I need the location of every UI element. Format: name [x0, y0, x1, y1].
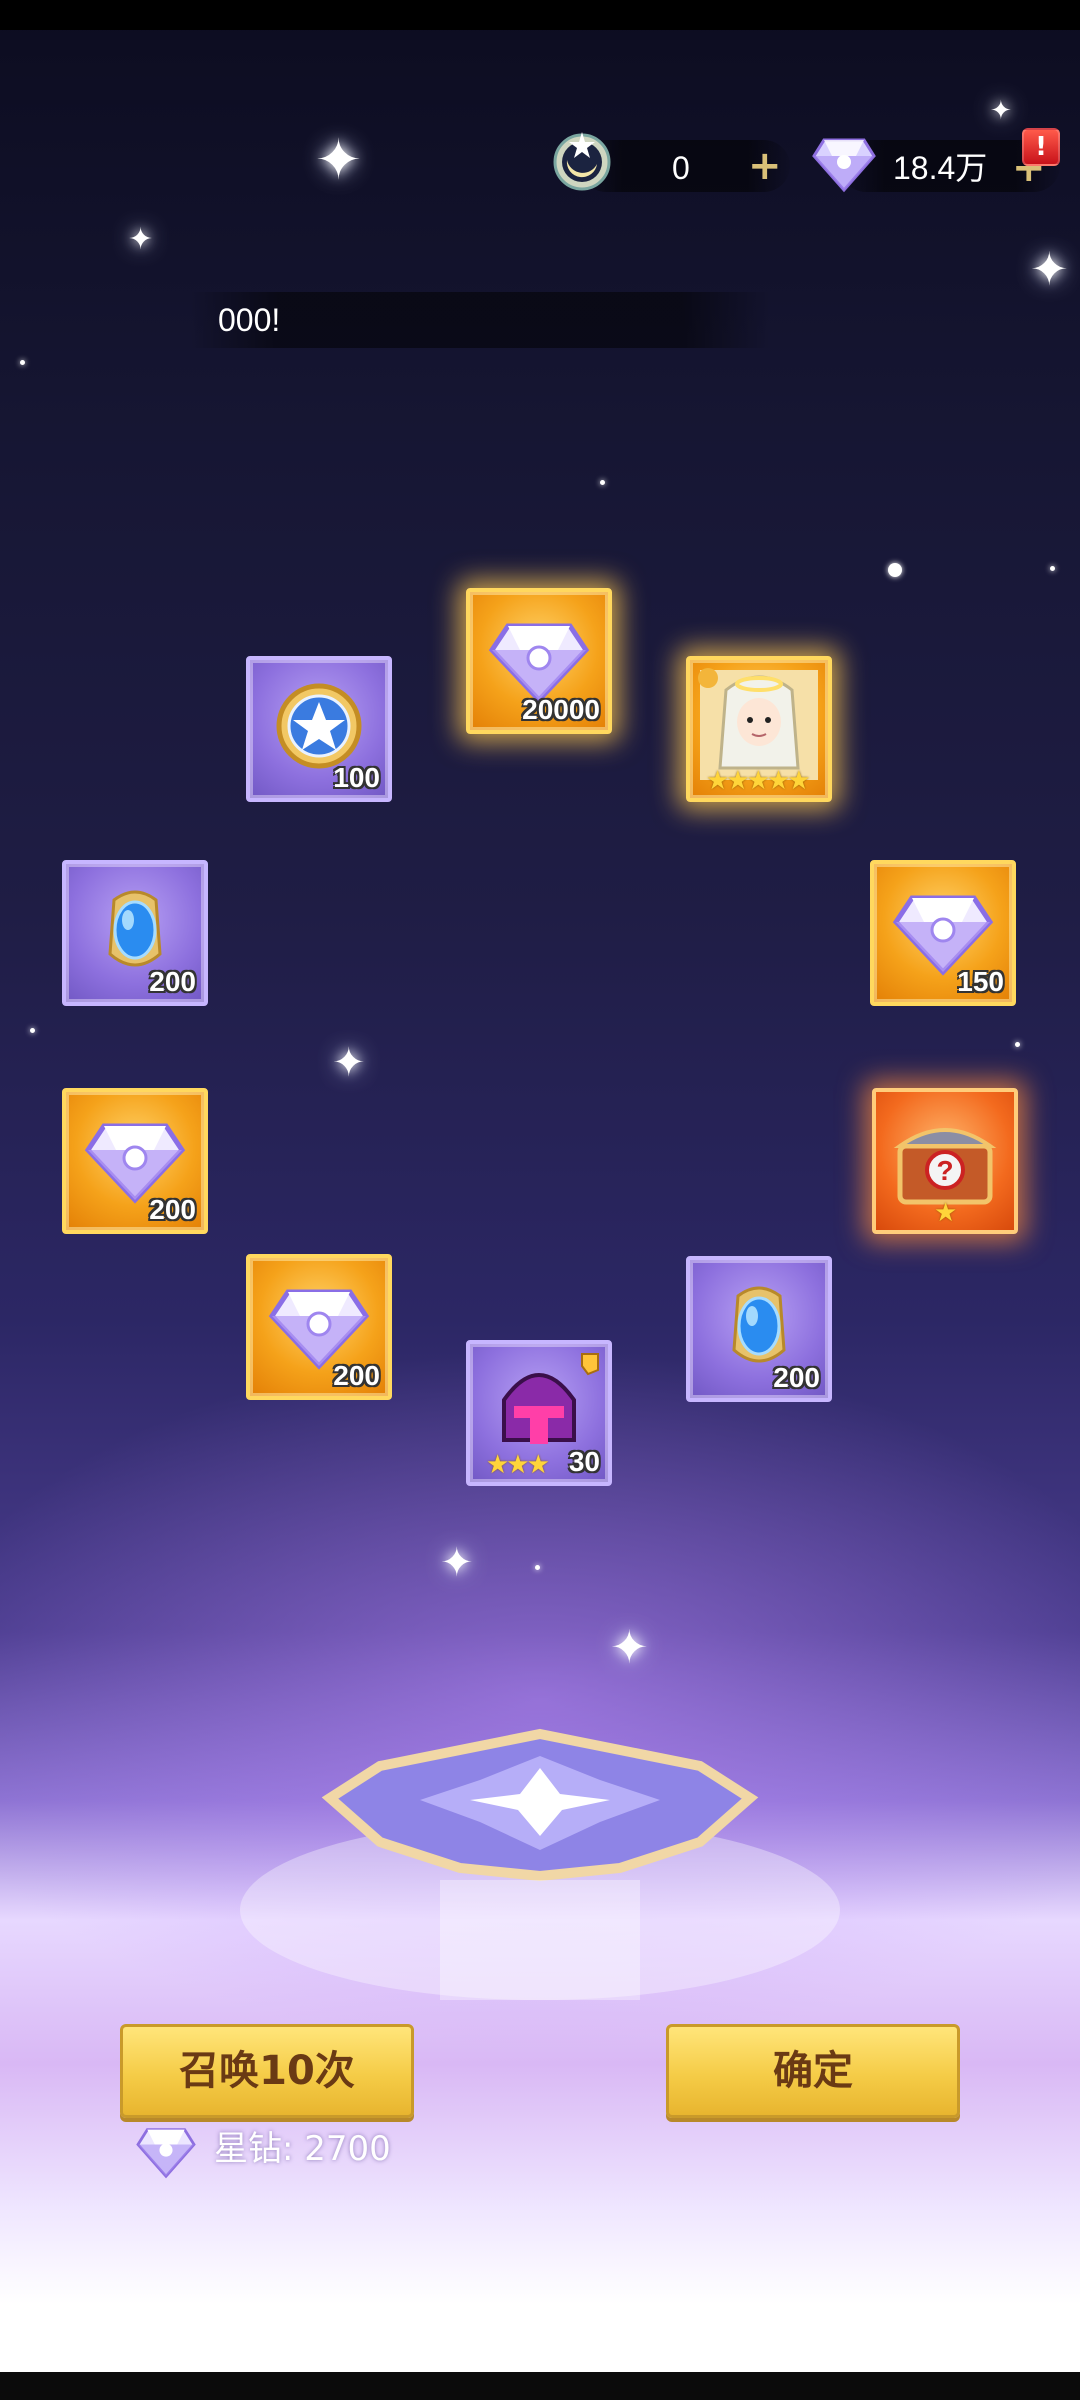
sparkle-icon: ✦ [128, 222, 154, 257]
confirm-button[interactable]: 确定 [666, 2024, 960, 2118]
star-dot [20, 360, 25, 365]
reward-card-diamond[interactable]: 200 [62, 1088, 208, 1234]
reward-count: 150 [957, 966, 1004, 997]
reward-count: 30 [568, 1446, 600, 1477]
sparkle-icon: ✦ [1030, 242, 1069, 296]
reward-card-mystery-chest[interactable]: ? ★ [872, 1088, 1018, 1234]
sparkle-icon: ✦ [440, 1540, 474, 1586]
sparkle-icon: ✦ [315, 128, 362, 193]
hero-star-rating: ★★★★★ [706, 766, 811, 796]
top-status-bar [0, 0, 1080, 30]
reward-count: 20000 [522, 694, 600, 725]
star-dot [1050, 566, 1055, 571]
chest-star-rating: ★ [934, 1198, 957, 1228]
sparkle-icon: ✦ [332, 1040, 366, 1086]
sparkle-icon: ✦ [990, 96, 1012, 126]
star-dot [535, 1565, 540, 1570]
summon-platform [240, 1728, 840, 2000]
reward-count: 100 [333, 762, 380, 793]
star-dot [1015, 1042, 1020, 1047]
sparkle-icon: ✦ [610, 1620, 649, 1674]
reward-card-helmet[interactable]: ★★★ 30 [466, 1340, 612, 1486]
reward-count: 200 [149, 1194, 196, 1225]
reward-card-star-coin[interactable]: 100 [246, 656, 392, 802]
svg-text:?: ? [936, 1155, 953, 1186]
announcement-text: 000! [218, 302, 281, 338]
alert-badge: ! [1022, 128, 1060, 166]
reward-card-diamond[interactable]: 200 [246, 1254, 392, 1400]
reward-count: 200 [333, 1360, 380, 1391]
reward-card-blue-gem[interactable]: 200 [686, 1256, 832, 1402]
reward-card-hero[interactable]: ★★★★★ [686, 656, 832, 802]
star-dot [600, 480, 605, 485]
reward-card-blue-gem[interactable]: 200 [62, 860, 208, 1006]
reward-count: 200 [149, 966, 196, 997]
reward-card-diamond[interactable]: 20000 [466, 588, 612, 734]
diamond-currency-value: 18.4万 [893, 150, 988, 186]
star-dot [30, 1028, 35, 1033]
summon-result-screen: ✦ ✦ ✦ ✦ ✦ ✦ ✦ 0 + 18.4万 + ! 000! 20000 1… [0, 0, 1080, 2400]
summon-cost-label: 星钻: 2700 [214, 2129, 391, 2169]
add-moon-currency-button[interactable]: + [748, 140, 782, 192]
reward-card-diamond[interactable]: 150 [870, 860, 1016, 1006]
star-diamond-icon [136, 2124, 196, 2184]
diamond-icon [812, 134, 876, 198]
summon-10-button[interactable]: 召唤10次 [120, 2024, 414, 2118]
star-dot [888, 563, 902, 577]
moon-currency-value: 0 [672, 150, 690, 186]
helmet-star-rating: ★★★ [486, 1450, 550, 1480]
bottom-nav-bar [0, 2372, 1080, 2400]
moon-icon [545, 128, 619, 192]
reward-count: 200 [773, 1362, 820, 1393]
